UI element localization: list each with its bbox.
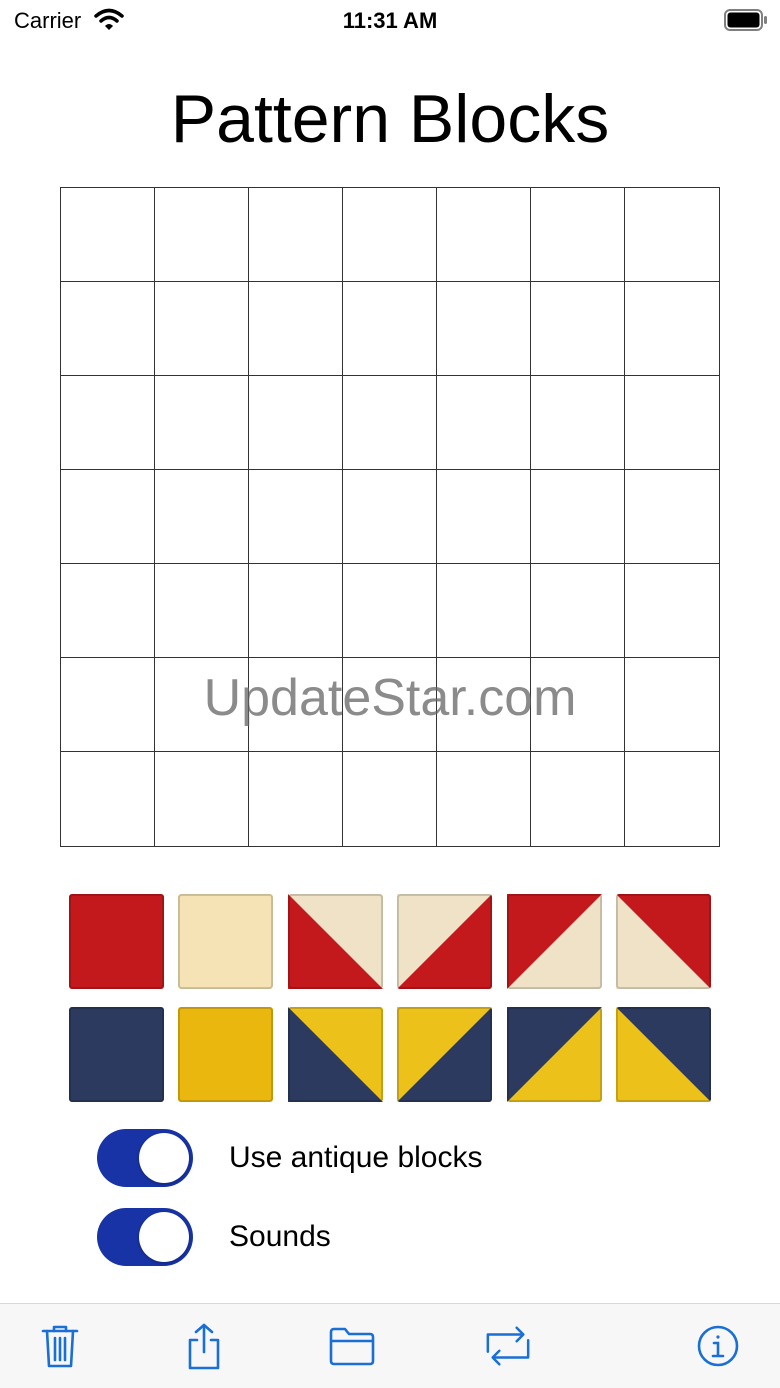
navy-square-block[interactable] <box>69 1007 164 1102</box>
grid-cell[interactable] <box>437 376 531 470</box>
pattern-grid[interactable] <box>60 187 720 847</box>
grid-cell[interactable] <box>61 188 155 282</box>
grid-cell[interactable] <box>531 282 625 376</box>
grid-cell[interactable] <box>437 752 531 846</box>
grid-cell[interactable] <box>61 376 155 470</box>
bottom-toolbar <box>0 1303 780 1388</box>
red-cream-diagonal-block-2[interactable] <box>397 894 493 989</box>
grid-cell[interactable] <box>155 188 249 282</box>
grid-cell[interactable] <box>437 470 531 564</box>
sounds-toggle[interactable] <box>97 1208 193 1266</box>
sounds-row: Sounds <box>97 1208 697 1266</box>
antique-blocks-label: Use antique blocks <box>229 1141 483 1174</box>
antique-blocks-row: Use antique blocks <box>97 1129 697 1187</box>
grid-cell[interactable] <box>437 188 531 282</box>
grid-cell[interactable] <box>61 752 155 846</box>
toggle-knob <box>139 1133 189 1183</box>
grid-cell[interactable] <box>625 752 719 846</box>
share-button[interactable] <box>180 1322 228 1370</box>
grid-cell[interactable] <box>625 470 719 564</box>
grid-cell[interactable] <box>155 752 249 846</box>
grid-cell[interactable] <box>531 188 625 282</box>
grid-cell[interactable] <box>531 658 625 752</box>
grid-cell[interactable] <box>343 752 437 846</box>
grid-cell[interactable] <box>155 658 249 752</box>
sounds-label: Sounds <box>229 1220 331 1253</box>
navy-yellow-diagonal-block-4[interactable] <box>615 1007 711 1102</box>
folder-button[interactable] <box>328 1322 376 1370</box>
navy-yellow-diagonal-block-3[interactable] <box>506 1007 602 1102</box>
status-time: 11:31 AM <box>342 8 438 33</box>
grid-cell[interactable] <box>249 376 343 470</box>
battery-icon <box>724 9 768 36</box>
grid-cell[interactable] <box>625 564 719 658</box>
trash-button[interactable] <box>36 1322 84 1370</box>
share-icon <box>188 1323 220 1370</box>
grid-cell[interactable] <box>155 282 249 376</box>
palette-row <box>69 894 711 989</box>
grid-cell[interactable] <box>61 658 155 752</box>
red-cream-diagonal-block-3[interactable] <box>506 894 602 989</box>
repeat-icon <box>486 1326 530 1366</box>
grid-cell[interactable] <box>249 564 343 658</box>
grid-cell[interactable] <box>155 564 249 658</box>
block-palette <box>69 894 711 1120</box>
antique-blocks-toggle[interactable] <box>97 1129 193 1187</box>
yellow-square-block[interactable] <box>178 1007 274 1102</box>
grid-cell[interactable] <box>343 564 437 658</box>
status-bar: Carrier 11:31 AM <box>0 0 780 40</box>
grid-cell[interactable] <box>61 564 155 658</box>
toggle-knob <box>139 1212 189 1262</box>
grid-cell[interactable] <box>625 658 719 752</box>
grid-cell[interactable] <box>437 564 531 658</box>
grid-cell[interactable] <box>343 188 437 282</box>
grid-cell[interactable] <box>249 188 343 282</box>
grid-cell[interactable] <box>249 282 343 376</box>
repeat-button[interactable] <box>484 1322 532 1370</box>
grid-cell[interactable] <box>249 658 343 752</box>
grid-cell[interactable] <box>625 376 719 470</box>
page-title: Pattern Blocks <box>170 81 610 157</box>
folder-icon <box>329 1327 375 1366</box>
trash-icon <box>41 1325 79 1368</box>
grid-cell[interactable] <box>343 658 437 752</box>
grid-cell[interactable] <box>531 564 625 658</box>
grid-cell[interactable] <box>625 282 719 376</box>
cream-square-block[interactable] <box>178 894 274 989</box>
grid-cell[interactable] <box>625 188 719 282</box>
grid-cell[interactable] <box>531 470 625 564</box>
grid-cell[interactable] <box>343 282 437 376</box>
grid-cell[interactable] <box>437 282 531 376</box>
info-button[interactable] <box>694 1322 742 1370</box>
grid-cell[interactable] <box>249 752 343 846</box>
grid-cell[interactable] <box>531 376 625 470</box>
red-square-block[interactable] <box>69 894 164 989</box>
red-cream-diagonal-block-1[interactable] <box>287 894 383 989</box>
grid-cell[interactable] <box>155 470 249 564</box>
grid-cell[interactable] <box>343 376 437 470</box>
grid-cell[interactable] <box>531 752 625 846</box>
red-cream-diagonal-block-4[interactable] <box>615 894 711 989</box>
grid-cell[interactable] <box>437 658 531 752</box>
grid-cell[interactable] <box>155 376 249 470</box>
grid-cell[interactable] <box>249 470 343 564</box>
grid-cell[interactable] <box>61 282 155 376</box>
info-icon <box>697 1325 739 1367</box>
grid-cell[interactable] <box>61 470 155 564</box>
navy-yellow-diagonal-block-1[interactable] <box>287 1007 383 1102</box>
palette-row <box>69 1007 711 1102</box>
navy-yellow-diagonal-block-2[interactable] <box>397 1007 493 1102</box>
grid-cell[interactable] <box>343 470 437 564</box>
